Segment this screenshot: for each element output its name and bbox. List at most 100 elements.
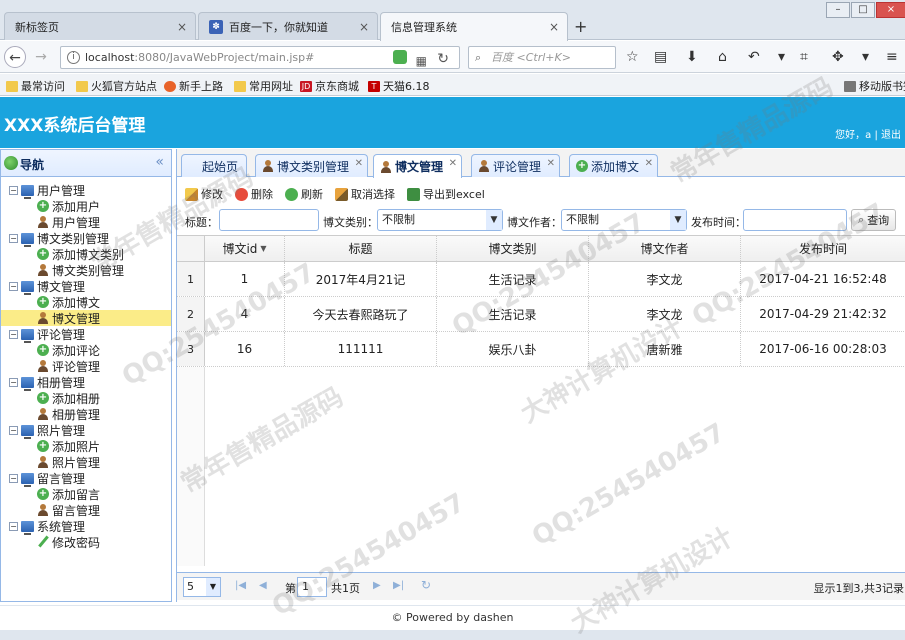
- next-page-icon[interactable]: ▶: [373, 580, 381, 591]
- category-filter-select[interactable]: 不限制 ▼: [377, 209, 503, 231]
- sidebar-item[interactable]: + 添加相册: [1, 390, 171, 406]
- collapse-toggle-icon[interactable]: −: [9, 185, 18, 195]
- column-header[interactable]: 博文作者: [589, 236, 741, 261]
- star-icon[interactable]: ☆: [626, 49, 639, 65]
- collapse-toggle-icon[interactable]: −: [9, 521, 18, 531]
- sidebar-group[interactable]: − 评论管理: [1, 326, 171, 343]
- tab-add-blog[interactable]: + 添加博文 ✕: [569, 154, 659, 177]
- sidebar-item[interactable]: + 添加博文: [1, 294, 171, 310]
- maximize-icon[interactable]: □: [851, 2, 875, 18]
- browser-tab-active[interactable]: 信息管理系统 ×: [380, 12, 568, 41]
- window-close-icon[interactable]: ×: [876, 2, 905, 18]
- chevron-down-icon[interactable]: ▼: [670, 210, 686, 230]
- table-row[interactable]: 3 16 111111 娱乐八卦 唐新雅 2017-06-16 00:28:03: [177, 332, 905, 367]
- export-excel-button[interactable]: 导出到excel: [407, 186, 485, 202]
- prev-page-icon[interactable]: ◀: [259, 580, 267, 591]
- sidebar-item[interactable]: 修改密码: [1, 534, 171, 550]
- sidebar-item[interactable]: + 添加博文类别: [1, 246, 171, 262]
- column-header[interactable]: 博文类别: [437, 236, 589, 261]
- user-logout-link[interactable]: 您好，a | 退出: [835, 126, 901, 141]
- bookmark-most-visited[interactable]: 最常访问: [6, 78, 65, 94]
- chevron-down-icon[interactable]: ▼: [206, 578, 220, 596]
- sidebar-item[interactable]: 相册管理: [1, 406, 171, 422]
- title-filter-input[interactable]: [219, 209, 319, 231]
- delete-button[interactable]: 删除: [235, 186, 273, 202]
- new-tab-button[interactable]: +: [574, 17, 587, 36]
- refresh-button[interactable]: 刷新: [285, 186, 323, 202]
- sidebar-item[interactable]: 用户管理: [1, 214, 171, 230]
- undo-icon[interactable]: ↶: [748, 49, 760, 65]
- crop-icon[interactable]: ⌗: [800, 49, 808, 65]
- menu-icon[interactable]: ≡: [886, 49, 898, 65]
- close-icon[interactable]: ✕: [547, 158, 555, 169]
- reload-icon[interactable]: ↻: [437, 49, 449, 70]
- sidebar-item[interactable]: 博文类别管理: [1, 262, 171, 278]
- sidebar-item[interactable]: 留言管理: [1, 502, 171, 518]
- first-page-icon[interactable]: |◀: [235, 580, 246, 591]
- table-row[interactable]: 2 4 今天去春熙路玩了 生活记录 李文龙 2017-04-29 21:42:32: [177, 297, 905, 332]
- bookmark-mobile[interactable]: 移动版书签: [844, 78, 905, 94]
- address-bar[interactable]: i localhost:8080/JavaWebProject/main.jsp…: [60, 46, 460, 69]
- sidebar-group[interactable]: − 用户管理: [1, 182, 171, 199]
- collapse-toggle-icon[interactable]: −: [9, 377, 18, 387]
- close-icon[interactable]: ✕: [449, 158, 457, 169]
- close-icon[interactable]: ×: [177, 20, 187, 34]
- info-icon[interactable]: i: [67, 51, 80, 64]
- sidebar-group[interactable]: − 博文类别管理: [1, 230, 171, 247]
- sidebar-item[interactable]: + 添加评论: [1, 342, 171, 358]
- sidebar-item[interactable]: 评论管理: [1, 358, 171, 374]
- sidebar-group[interactable]: − 照片管理: [1, 422, 171, 439]
- sidebar-group[interactable]: − 系统管理: [1, 518, 171, 535]
- bookmark-firefox-site[interactable]: 火狐官方站点: [76, 78, 157, 94]
- library-icon[interactable]: ▤: [654, 49, 667, 65]
- column-header[interactable]: 发布时间: [741, 236, 905, 261]
- back-arrow-icon[interactable]: ←: [4, 46, 26, 68]
- tab-comment-manage[interactable]: 评论管理 ✕: [471, 154, 561, 177]
- collapse-toggle-icon[interactable]: −: [9, 281, 18, 291]
- forward-arrow-icon[interactable]: →: [30, 46, 52, 68]
- close-icon[interactable]: ✕: [645, 158, 653, 169]
- extension-icon[interactable]: ✥: [832, 49, 844, 65]
- search-input[interactable]: ⌕ 百度 <Ctrl+K>: [468, 46, 616, 69]
- bookmark-jd[interactable]: JD 京东商城: [300, 78, 359, 94]
- column-header[interactable]: 标题: [285, 236, 437, 261]
- sidebar-item[interactable]: + 添加用户: [1, 198, 171, 214]
- page-number-input[interactable]: 1: [297, 577, 327, 597]
- minimize-icon[interactable]: –: [826, 2, 850, 18]
- collapse-toggle-icon[interactable]: −: [9, 473, 18, 483]
- tab-blog-manage[interactable]: 博文管理 ✕: [373, 154, 463, 178]
- chevron-down-icon[interactable]: ▾: [862, 49, 869, 65]
- edit-button[interactable]: 修改: [185, 186, 223, 202]
- collapse-toggle-icon[interactable]: −: [9, 329, 18, 339]
- close-icon[interactable]: ×: [549, 20, 559, 34]
- sidebar-item[interactable]: + 添加留言: [1, 486, 171, 502]
- browser-tab-new[interactable]: 新标签页 ×: [4, 12, 196, 40]
- sidebar-item[interactable]: 博文管理: [1, 310, 171, 326]
- sidebar-item[interactable]: + 添加照片: [1, 438, 171, 454]
- sidebar-group[interactable]: − 相册管理: [1, 374, 171, 391]
- home-icon[interactable]: ⌂: [718, 49, 727, 65]
- collapse-toggle-icon[interactable]: −: [9, 233, 18, 243]
- bookmark-common[interactable]: 常用网址: [234, 78, 293, 94]
- close-icon[interactable]: ×: [359, 20, 369, 34]
- last-page-icon[interactable]: ▶|: [393, 580, 404, 591]
- table-row[interactable]: 1 1 2017年4月21记 生活记录 李文龙 2017-04-21 16:52:48: [177, 262, 905, 297]
- chevron-down-icon[interactable]: ▾: [778, 49, 785, 65]
- sidebar-item[interactable]: 照片管理: [1, 454, 171, 470]
- bookmark-tmall[interactable]: T 天猫6.18: [368, 78, 430, 94]
- collapse-icon[interactable]: «: [155, 154, 164, 170]
- browser-tab-baidu[interactable]: ✽ 百度一下，你就知道 ×: [198, 12, 378, 40]
- reload-icon[interactable]: ↻: [421, 578, 431, 592]
- page-size-select[interactable]: 5 ▼: [183, 577, 221, 597]
- tab-blog-category[interactable]: 博文类别管理 ✕: [255, 154, 369, 177]
- time-filter-input[interactable]: [743, 209, 847, 231]
- cancel-select-button[interactable]: 取消选择: [335, 186, 395, 202]
- collapse-toggle-icon[interactable]: −: [9, 425, 18, 435]
- author-filter-select[interactable]: 不限制 ▼: [561, 209, 687, 231]
- bookmark-getting-started[interactable]: 新手上路: [164, 78, 223, 94]
- qr-icon[interactable]: ▦: [416, 51, 427, 72]
- close-icon[interactable]: ✕: [355, 158, 363, 169]
- shield-icon[interactable]: [393, 50, 407, 64]
- chevron-down-icon[interactable]: ▼: [486, 210, 502, 230]
- sidebar-group[interactable]: − 博文管理: [1, 278, 171, 295]
